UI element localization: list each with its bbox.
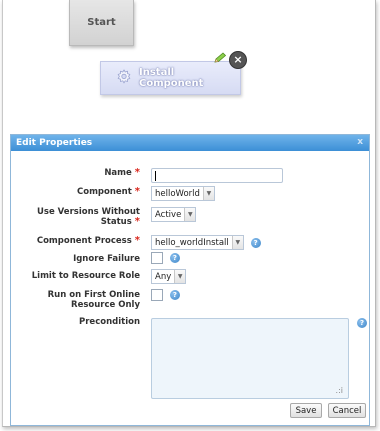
ignore-failure-label: Ignore Failure: [73, 254, 140, 264]
help-icon[interactable]: ?: [169, 290, 180, 300]
run-first-online-label: Run on First Online Resource Only: [47, 290, 140, 310]
run-first-online-checkbox[interactable]: [151, 289, 163, 301]
use-versions-label: Use Versions Without Status *: [37, 207, 140, 227]
chevron-down-icon: ▼: [202, 187, 214, 200]
start-node[interactable]: Start: [69, 0, 134, 46]
edit-properties-dialog: Edit Properties x Name * Component * hel…: [10, 134, 370, 426]
limit-resource-role-label: Limit to Resource Role: [31, 271, 140, 281]
chevron-down-icon: ▼: [174, 270, 186, 283]
dialog-title: Edit Properties: [16, 138, 93, 148]
install-node-label: Install Component: [139, 67, 204, 89]
component-process-select[interactable]: hello_worldInstall ▼: [151, 235, 244, 250]
component-select[interactable]: helloWorld ▼: [151, 186, 215, 201]
component-process-label: Component Process *: [36, 235, 140, 247]
dialog-header: Edit Properties x: [11, 135, 369, 151]
precondition-textarea[interactable]: .:i: [151, 318, 349, 399]
pencil-icon[interactable]: [213, 52, 227, 67]
cancel-button[interactable]: Cancel: [328, 403, 366, 418]
name-label: Name *: [104, 167, 140, 179]
dialog-close-button[interactable]: x: [357, 137, 363, 147]
component-label: Component *: [77, 186, 140, 198]
save-button[interactable]: Save: [290, 403, 322, 418]
help-icon[interactable]: ?: [169, 253, 180, 263]
ignore-failure-checkbox[interactable]: [151, 252, 163, 264]
name-input[interactable]: [151, 168, 283, 183]
resource-role-select[interactable]: Any ▼: [151, 269, 187, 284]
precondition-label: Precondition: [79, 317, 140, 327]
help-icon[interactable]: ?: [357, 318, 367, 328]
close-icon[interactable]: ×: [229, 51, 247, 69]
chevron-down-icon: ▼: [231, 236, 243, 249]
gear-icon: [115, 68, 133, 89]
resize-grip-icon[interactable]: .:i: [336, 386, 343, 395]
version-status-select[interactable]: Active ▼: [151, 207, 197, 222]
start-node-label: Start: [87, 17, 116, 28]
chevron-down-icon: ▼: [184, 208, 196, 221]
help-icon[interactable]: ?: [250, 237, 261, 248]
required-marker: *: [134, 167, 140, 178]
